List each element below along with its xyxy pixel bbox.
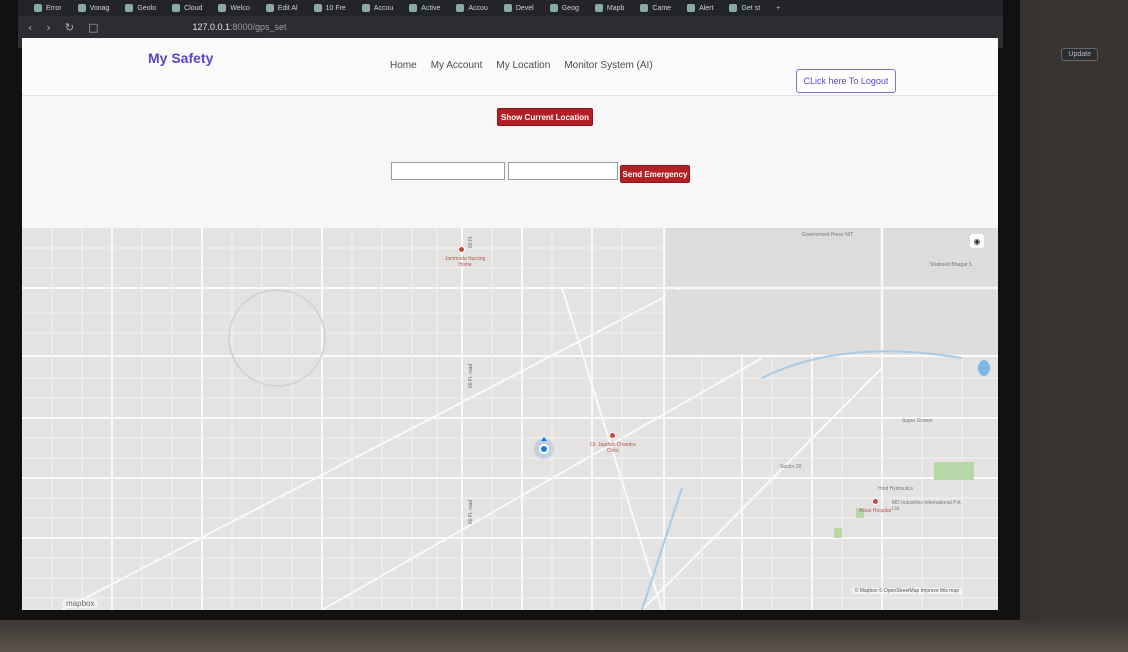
- tab-favicon-icon: [456, 4, 465, 12]
- nav-link-my-location[interactable]: My Location: [496, 60, 550, 71]
- tab-favicon-icon: [265, 4, 274, 12]
- tab-label: Accou: [468, 4, 488, 12]
- water-body: [978, 360, 990, 376]
- heading-arrow-icon: [541, 437, 547, 441]
- park-area: [834, 528, 842, 538]
- tab-label: Mapb: [606, 4, 625, 12]
- tab-label: Geolo: [137, 4, 157, 12]
- tab-favicon-icon: [409, 4, 418, 12]
- tab-favicon-icon: [313, 4, 322, 12]
- browser-tab[interactable]: Cloud: [166, 0, 208, 16]
- reload-icon[interactable]: ↻: [65, 21, 74, 34]
- bookmark-icon[interactable]: □: [88, 21, 98, 34]
- browser-tab[interactable]: Accou: [450, 0, 493, 16]
- tab-label: Welco: [230, 4, 250, 12]
- send-emergency-button[interactable]: Send Emergency: [620, 165, 690, 183]
- browser-tab[interactable]: Vonag: [72, 0, 116, 16]
- browser-tab[interactable]: Error: [28, 0, 68, 16]
- longitude-field[interactable]: [508, 162, 618, 180]
- browser-tab[interactable]: Welco: [212, 0, 255, 16]
- latitude-field[interactable]: [391, 162, 505, 180]
- logout-button[interactable]: CLick here To Logout: [796, 69, 896, 93]
- tab-label: Geog: [561, 4, 579, 12]
- map-label-md-industries: MD Industries International Pvt. Ltd.: [892, 500, 962, 512]
- poi-label-asian-hospital: Asian Hospital: [859, 508, 891, 514]
- tab-label: 10 Fre: [325, 4, 346, 12]
- tab-label: Edit Al: [277, 4, 298, 12]
- browser-tab[interactable]: Geolo: [119, 0, 162, 16]
- browser-tab[interactable]: Accou: [356, 0, 399, 16]
- road-label-60ft-road: 60 Ft. road: [468, 363, 474, 388]
- tab-favicon-icon: [34, 4, 42, 12]
- tab-favicon-icon: [77, 4, 86, 12]
- tab-label: Vonag: [89, 4, 110, 12]
- tab-label: Error: [46, 4, 62, 12]
- map-label-sector-20: Sector 20: [780, 464, 802, 470]
- url-path: :8000/gps_set: [229, 22, 287, 32]
- poi-label-nursing-home: Jammoda Nursing Home: [444, 256, 486, 268]
- show-current-location-button[interactable]: Show Current Location: [497, 108, 593, 126]
- tab-favicon-icon: [125, 4, 134, 12]
- browser-update-button[interactable]: Update: [1061, 48, 1098, 61]
- browser-tab[interactable]: Active: [403, 0, 446, 16]
- nav-link-monitor-system[interactable]: Monitor System (AI): [564, 60, 652, 71]
- back-icon[interactable]: ‹: [28, 21, 32, 34]
- tab-label: Alert: [699, 4, 714, 12]
- park-area: [934, 462, 974, 480]
- nav-link-my-account[interactable]: My Account: [431, 60, 483, 71]
- browser-tab[interactable]: Came: [634, 0, 677, 16]
- tab-favicon-icon: [503, 4, 512, 12]
- map-label-super-screen: Super Screen: [902, 418, 933, 424]
- url-field[interactable]: 127.0.0.1:8000/gps_set: [192, 22, 286, 32]
- tab-favicon-icon: [640, 4, 649, 12]
- geolocate-control-icon[interactable]: ◉: [970, 234, 984, 248]
- tab-label: Cloud: [184, 4, 203, 12]
- browser-tab[interactable]: Edit Al: [260, 0, 304, 16]
- tab-label: Devel: [515, 4, 534, 12]
- nav-link-home[interactable]: Home: [390, 60, 417, 71]
- browser-tab[interactable]: Geog: [544, 0, 585, 16]
- map-canvas[interactable]: Government Press NIT Shaheed Bhagat S Su…: [22, 228, 998, 610]
- web-page: My Safety Home My Account My Location Mo…: [22, 38, 998, 610]
- tab-favicon-icon: [361, 4, 370, 12]
- brand-logo[interactable]: My Safety: [148, 50, 213, 66]
- map-streets: [22, 228, 998, 610]
- poi-label-clinic: Dr. Jagdish Chandra Clinic: [590, 442, 636, 454]
- tab-favicon-icon: [729, 4, 738, 12]
- forward-icon[interactable]: ›: [46, 21, 50, 34]
- browser-tab[interactable]: Alert: [681, 0, 719, 16]
- url-host: 127.0.0.1: [192, 22, 230, 32]
- tab-label: Accou: [373, 4, 394, 12]
- map-pin-icon[interactable]: [458, 246, 465, 253]
- browser-tab[interactable]: Devel: [498, 0, 540, 16]
- address-bar-row: ‹ › ↻ □ 127.0.0.1:8000/gps_set: [18, 16, 1003, 38]
- browser-tab[interactable]: 10 Fre: [308, 0, 352, 16]
- browser-tab[interactable]: Mapb: [589, 0, 631, 16]
- tab-favicon-icon: [549, 4, 558, 12]
- tab-favicon-icon: [687, 4, 696, 12]
- map-label-government-press: Government Press NIT: [802, 232, 854, 238]
- browser-tab-bar: Error Vonag Geolo Cloud Welco Edit Al 10…: [18, 0, 1003, 16]
- tab-label: Came: [652, 4, 672, 12]
- browser-tab[interactable]: Get st: [723, 0, 766, 16]
- map-pin-icon[interactable]: [609, 432, 616, 439]
- map-pin-icon[interactable]: [872, 498, 879, 505]
- tab-favicon-icon: [172, 4, 181, 12]
- tab-favicon-icon: [594, 4, 603, 12]
- user-location-marker[interactable]: [539, 444, 549, 454]
- map-label-hind-hydraulics: Hind Hydraulics: [878, 486, 914, 492]
- tab-label: Get st: [741, 4, 761, 12]
- road-label-60ft-road: 60 Ft. road: [468, 499, 474, 524]
- nav-menu: Home My Account My Location Monitor Syst…: [390, 60, 653, 71]
- mapbox-logo[interactable]: mapbox: [62, 599, 99, 608]
- map-label-shaheed: Shaheed Bhagat S: [930, 262, 972, 268]
- tab-favicon-icon: [218, 4, 227, 12]
- road-label-60ft: 60 Ft: [468, 236, 474, 248]
- tab-label: Active: [421, 4, 441, 12]
- desk-surface: [0, 620, 1128, 652]
- site-navbar: My Safety Home My Account My Location Mo…: [22, 38, 998, 96]
- new-tab-icon[interactable]: +: [770, 0, 786, 16]
- map-attribution[interactable]: © Mapbox © OpenStreetMap Improve this ma…: [851, 588, 962, 594]
